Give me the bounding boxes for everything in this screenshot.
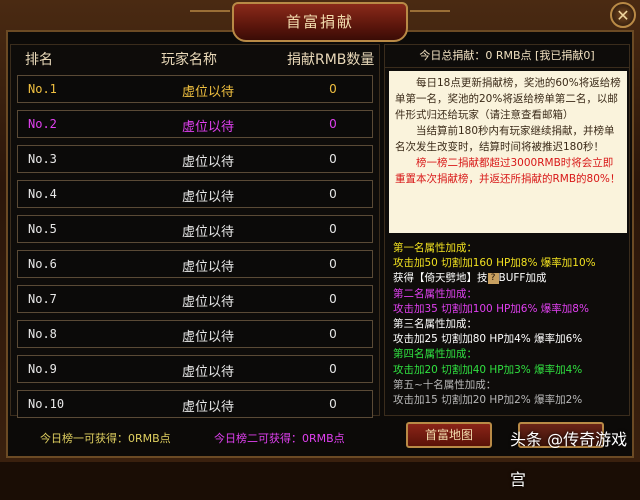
row-amount: 0 <box>329 327 337 341</box>
header-player: 玩家名称 <box>161 52 217 68</box>
row-amount: 0 <box>329 362 337 376</box>
table-row: No.4 虚位以待 0 <box>17 180 373 208</box>
bonus-line: 第四名属性加成： <box>393 348 477 361</box>
row-rank: No.1 <box>28 82 57 96</box>
rule-paragraph: 当结算前180秒内有玩家继续捐献，并榜单名次发生改变时，结算时间将被推迟180秒… <box>395 125 615 153</box>
row-amount: 0 <box>329 222 337 236</box>
bonus-line: 第一名属性加成： <box>393 242 477 254</box>
bonus-line: 第二名属性加成： <box>393 287 477 300</box>
skill-info-icon[interactable]: ? <box>487 272 499 284</box>
table-row: No.9 虚位以待 0 <box>17 355 373 383</box>
bonus-line: 第五~十名属性加成： <box>393 378 497 391</box>
ranking-table: 排名 玩家名称 捐献RMB数量 No.1 虚位以待 0 No.2 虚位以待 0 No.3 虚位… <box>10 44 380 418</box>
row-rank: No.2 <box>28 117 57 131</box>
row-rank: No.8 <box>28 327 57 341</box>
row-player-name: 虚位以待 <box>181 225 234 240</box>
row-amount: 0 <box>329 152 337 166</box>
table-row: No.7 虚位以待 0 <box>17 285 373 313</box>
bonus-text: 获得【倚天劈地】技 <box>393 272 488 285</box>
row-amount: 0 <box>329 292 337 306</box>
rule-paragraph: 榜一榜二捐献都超过3000RMB时将会立即重置本次捐献榜，并返还所捐献的RMB的… <box>395 157 621 185</box>
row-amount: 0 <box>329 117 337 131</box>
table-row: No.6 虚位以待 0 <box>17 250 373 278</box>
row-rank: No.3 <box>28 152 57 166</box>
row-player-name: 虚位以待 <box>181 120 234 135</box>
bonus-line: 攻击加25 切割加80 HP加4% 爆率加6% <box>393 333 583 346</box>
row-player-name: 虚位以待 <box>181 260 234 275</box>
bonus-line: 攻击加50 切割加160 HP加8% 爆率加10% <box>393 257 596 270</box>
today-total: 今日总捐献：0 RMB点 [我已捐献0] <box>385 45 629 68</box>
rich-map-button[interactable]: 首富地图 <box>406 422 492 448</box>
bonus-tail: BUFF加成 <box>498 272 547 285</box>
title-ornament-right <box>410 10 450 36</box>
row-player-name: 虚位以待 <box>181 85 234 100</box>
close-button[interactable]: ✕ <box>610 2 636 28</box>
header-rank: 排名 <box>25 52 53 68</box>
table-row: No.5 虚位以待 0 <box>17 215 373 243</box>
bonus-line: 获得【倚天劈地】技? BUFF加成 <box>393 271 629 286</box>
row-rank: No.6 <box>28 257 57 271</box>
row-amount: 0 <box>329 257 337 271</box>
row-player-name: 虚位以待 <box>181 155 234 170</box>
bonus-line: 攻击加20 切割加40 HP加3% 爆率加4% <box>393 363 583 376</box>
row-amount: 0 <box>329 187 337 201</box>
row-amount: 0 <box>329 397 337 411</box>
watermark: 头条 @传奇游戏宫 <box>510 420 638 489</box>
table-row: No.8 虚位以待 0 <box>17 320 373 348</box>
rank-bonus-list: 第一名属性加成： 攻击加50 切割加160 HP加8% 爆率加10% 获得【倚天劈地… <box>393 241 629 408</box>
row-player-name: 虚位以待 <box>181 365 234 380</box>
table-row: No.3 虚位以待 0 <box>17 145 373 173</box>
second-place-gain: 今日榜二可获得：0RMB点 <box>214 432 345 445</box>
rules-box: 每日18点更新捐献榜，奖池的60%将返给榜单第一名，奖池的20%将返给榜单第二名… <box>389 71 627 233</box>
table-row: No.1 虚位以待 0 <box>17 75 373 103</box>
donation-info-panel: 今日总捐献：0 RMB点 [我已捐献0] 每日18点更新捐献榜，奖池的60%将返… <box>384 44 630 416</box>
row-player-name: 虚位以待 <box>181 190 234 205</box>
first-place-gain: 今日榜一可获得：0RMB点 <box>40 432 171 445</box>
window-title: 首富捐献 <box>232 2 408 42</box>
row-rank: No.10 <box>28 397 65 411</box>
row-rank: No.7 <box>28 292 57 306</box>
window-frame: 首富捐献 ✕ 排名 玩家名称 捐献RMB数量 No.1 虚位以待 0 No.2 虚位以待… <box>0 0 640 489</box>
row-player-name: 虚位以待 <box>181 400 234 415</box>
row-rank: No.5 <box>28 222 57 236</box>
row-rank: No.4 <box>28 187 57 201</box>
row-rank: No.9 <box>28 362 57 376</box>
rule-paragraph: 每日18点更新捐献榜，奖池的60%将返给榜单第一名，奖池的20%将返给榜单第二名… <box>395 77 621 121</box>
table-row: No.10 虚位以待 0 <box>17 390 373 418</box>
title-ornament-left <box>190 10 230 36</box>
header-amount: 捐献RMB数量 <box>287 52 375 68</box>
bonus-line: 攻击加35 切割加100 HP加6% 爆率加8% <box>393 302 589 315</box>
row-player-name: 虚位以待 <box>181 295 234 310</box>
bonus-line: 第三名属性加成： <box>393 318 477 331</box>
bonus-line: 攻击加15 切割加20 HP加2% 爆率加2% <box>393 394 583 407</box>
table-row: No.2 虚位以待 0 <box>17 110 373 138</box>
row-player-name: 虚位以待 <box>181 330 234 345</box>
table-header: 排名 玩家名称 捐献RMB数量 <box>11 45 379 71</box>
row-amount: 0 <box>329 82 337 96</box>
watermark-text: 头条 @传奇游戏宫 <box>510 430 628 489</box>
